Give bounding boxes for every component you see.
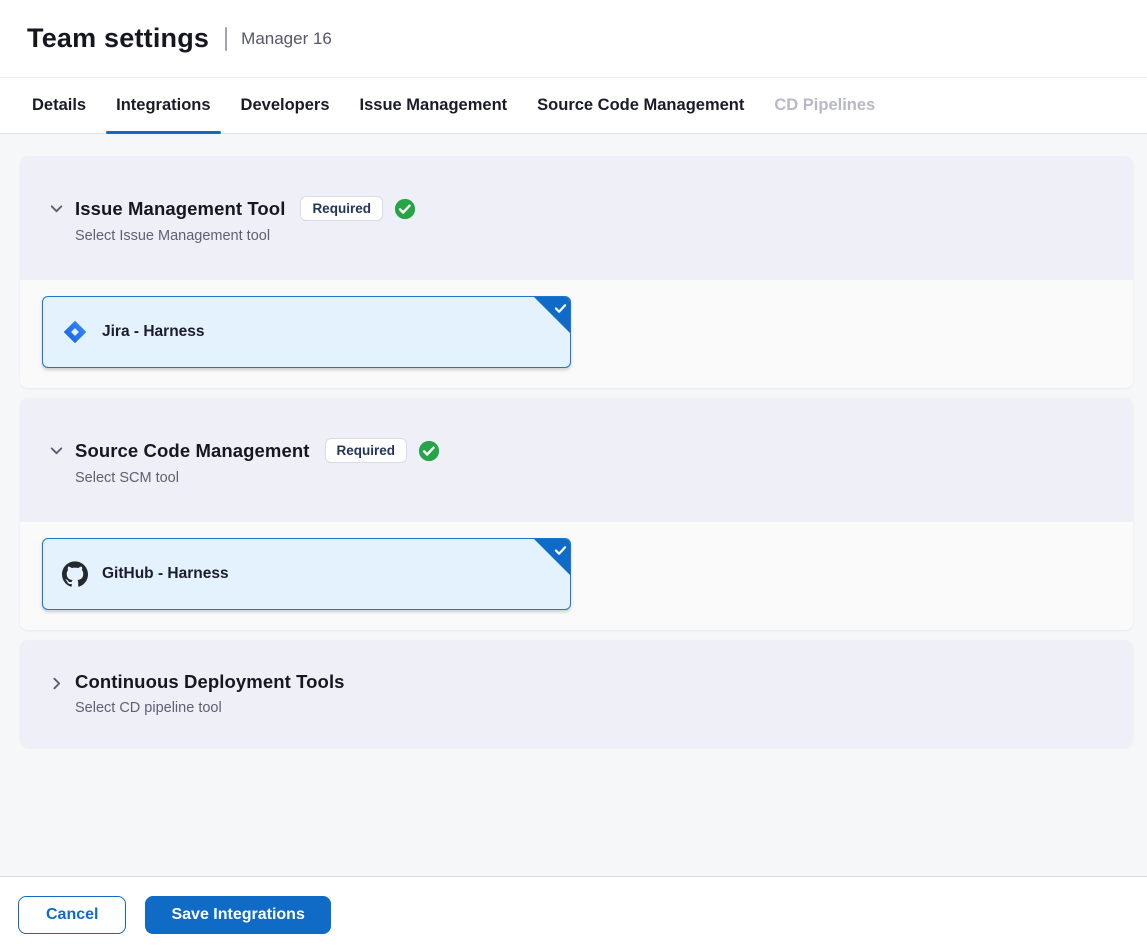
page-header: Team settings Manager 16: [0, 0, 1147, 78]
cancel-button[interactable]: Cancel: [18, 896, 126, 934]
tool-label: GitHub - Harness: [102, 565, 229, 583]
section-cd-header[interactable]: Continuous Deployment Tools Select CD pi…: [20, 640, 1133, 747]
check-circle-icon: [418, 440, 440, 462]
title-divider: [225, 27, 227, 51]
save-integrations-button[interactable]: Save Integrations: [145, 896, 330, 934]
tab-developers[interactable]: Developers: [231, 78, 340, 133]
required-badge: Required: [300, 196, 383, 221]
tab-issue-management[interactable]: Issue Management: [350, 78, 518, 133]
section-issue-management-header[interactable]: Issue Management Tool Required Select Is…: [20, 156, 1133, 280]
section-title: Issue Management Tool: [75, 198, 285, 220]
chevron-down-icon[interactable]: [48, 442, 65, 464]
tab-integrations[interactable]: Integrations: [106, 78, 220, 133]
tool-card-jira[interactable]: Jira - Harness: [42, 296, 571, 368]
section-scm-header[interactable]: Source Code Management Required Select S…: [20, 398, 1133, 522]
footer-action-bar: Cancel Save Integrations: [0, 876, 1147, 952]
section-scm-body: GitHub - Harness: [20, 522, 1133, 630]
section-subtitle: Select SCM tool: [75, 470, 440, 486]
page-title: Team settings: [27, 23, 209, 54]
tab-source-code-management[interactable]: Source Code Management: [527, 78, 754, 133]
section-continuous-deployment-tools: Continuous Deployment Tools Select CD pi…: [20, 640, 1133, 747]
check-circle-icon: [394, 198, 416, 220]
tab-bar: Details Integrations Developers Issue Ma…: [0, 78, 1147, 134]
section-subtitle: Select CD pipeline tool: [75, 700, 345, 716]
tab-cd-pipelines: CD Pipelines: [764, 78, 885, 133]
selected-check-icon: [554, 543, 567, 561]
section-issue-management-tool: Issue Management Tool Required Select Is…: [20, 156, 1133, 388]
page-context-label: Manager 16: [241, 29, 332, 49]
section-issue-management-body: Jira - Harness: [20, 280, 1133, 388]
tool-card-github[interactable]: GitHub - Harness: [42, 538, 571, 610]
chevron-right-icon[interactable]: [48, 675, 65, 697]
github-icon: [62, 561, 88, 587]
selected-check-icon: [554, 301, 567, 319]
tool-label: Jira - Harness: [102, 323, 205, 341]
required-badge: Required: [325, 438, 408, 463]
tab-details[interactable]: Details: [22, 78, 96, 133]
section-subtitle: Select Issue Management tool: [75, 228, 416, 244]
section-source-code-management: Source Code Management Required Select S…: [20, 398, 1133, 630]
jira-icon: [62, 319, 88, 345]
section-title: Continuous Deployment Tools: [75, 671, 345, 693]
integrations-panel: Issue Management Tool Required Select Is…: [0, 134, 1147, 876]
chevron-down-icon[interactable]: [48, 200, 65, 222]
section-title: Source Code Management: [75, 440, 310, 462]
